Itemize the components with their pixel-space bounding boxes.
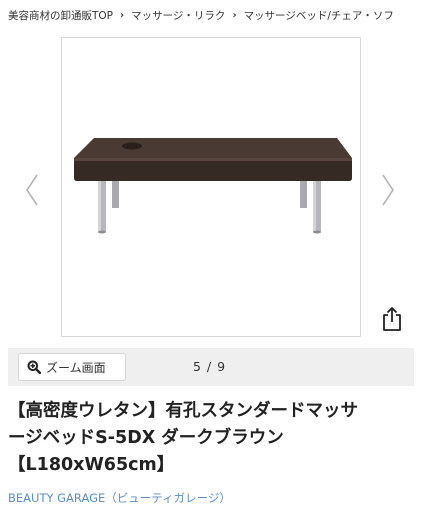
product-image[interactable] — [61, 37, 361, 337]
breadcrumb-item-top[interactable]: 美容商材の卸通販TOP — [8, 8, 113, 23]
image-gallery — [0, 30, 422, 342]
zoom-button[interactable]: ズーム画面 — [18, 353, 126, 381]
zoom-bar: ズーム画面 5 / 9 — [8, 348, 414, 386]
breadcrumb-item-massage[interactable]: マッサージ・リラク — [131, 8, 225, 23]
breadcrumb-separator-icon: › — [232, 9, 237, 21]
zoom-in-icon — [27, 360, 41, 374]
breadcrumb: 美容商材の卸通販TOP › マッサージ・リラク › マッサージベッド/チェア・ソ… — [0, 0, 422, 30]
image-counter: 5 / 9 — [193, 359, 227, 374]
share-icon — [383, 307, 401, 331]
brand-link[interactable]: BEAUTY GARAGE（ビューティガレージ） — [8, 490, 231, 506]
product-title-line: 【L180xW65cm】 — [8, 455, 175, 475]
gallery-next-button[interactable] — [378, 170, 398, 210]
gallery-prev-button[interactable] — [22, 170, 42, 210]
breadcrumb-item-bed[interactable]: マッサージベッド/チェア・ソフ — [244, 8, 394, 23]
product-title-line: 【高密度ウレタン】有孔スタンダードマッサ — [8, 401, 358, 421]
share-button[interactable] — [380, 306, 404, 332]
chevron-right-icon — [382, 174, 394, 206]
chevron-left-icon — [26, 174, 38, 206]
zoom-button-label: ズーム画面 — [46, 360, 106, 375]
massage-bed-image — [74, 138, 352, 234]
breadcrumb-separator-icon: › — [120, 9, 125, 21]
product-title: 【高密度ウレタン】有孔スタンダードマッサ ージベッドS-5DX ダークブラウン … — [8, 398, 418, 479]
product-title-line: ージベッドS-5DX ダークブラウン — [8, 428, 284, 448]
